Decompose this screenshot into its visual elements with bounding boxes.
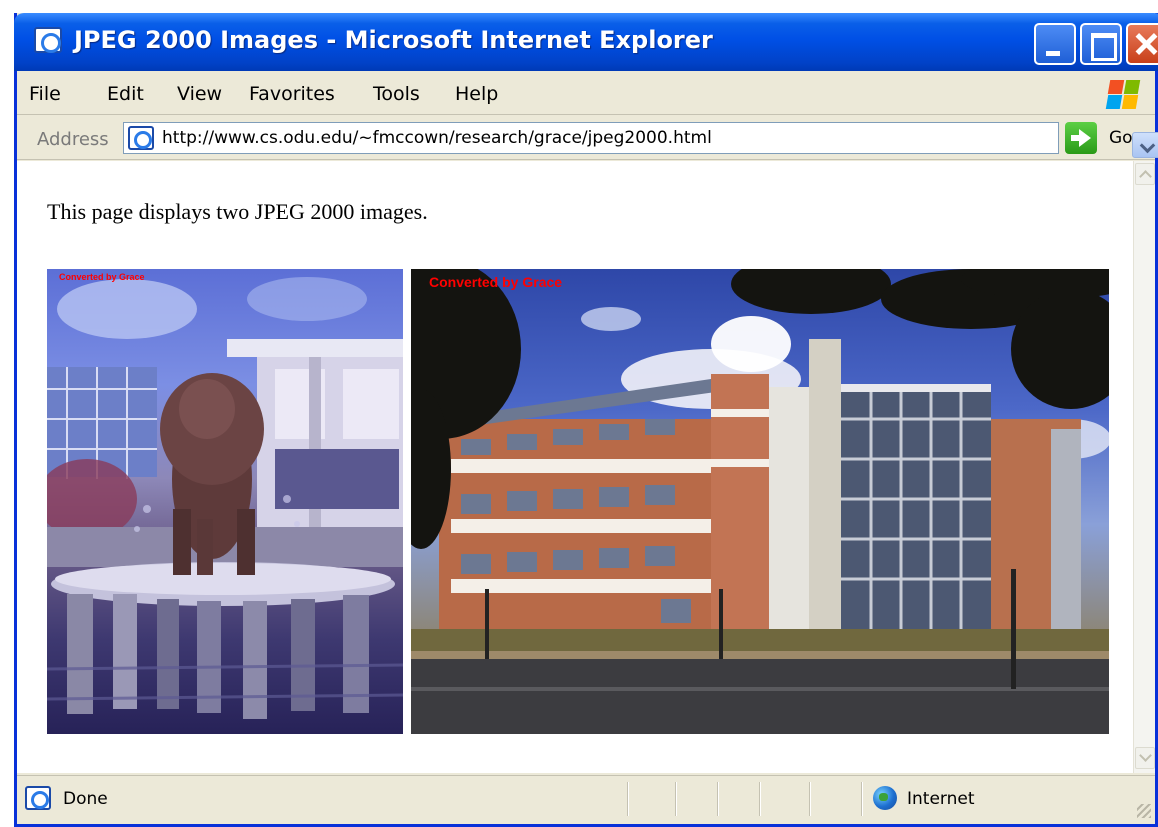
intro-text: This page displays two JPEG 2000 images. <box>47 199 428 224</box>
title-bar[interactable]: JPEG 2000 Images - Microsoft Internet Ex… <box>14 13 1158 71</box>
status-divider <box>809 782 811 816</box>
minimize-button[interactable] <box>1034 23 1076 65</box>
address-field[interactable]: http://www.cs.odu.edu/~fmccown/research/… <box>123 122 1158 158</box>
close-button[interactable] <box>1126 23 1158 65</box>
menu-edit[interactable]: Edit <box>107 83 144 105</box>
go-arrow-icon[interactable] <box>1065 122 1097 154</box>
maximize-button[interactable] <box>1080 23 1122 65</box>
menu-help[interactable]: Help <box>455 83 498 105</box>
menu-bar: File Edit View Favorites Tools Help <box>17 71 1155 115</box>
campus-building-image: Converted by Grace <box>411 269 1109 734</box>
menu-favorites[interactable]: Favorites <box>249 83 335 105</box>
ie-page-icon <box>128 126 154 150</box>
scroll-down-button[interactable] <box>1135 747 1155 769</box>
security-zone-text: Internet <box>907 789 975 809</box>
windows-logo-icon <box>1095 77 1145 111</box>
page-content: This page displays two JPEG 2000 images. <box>17 161 1133 773</box>
menu-tools[interactable]: Tools <box>373 83 420 105</box>
ie-icon <box>34 27 62 53</box>
browser-window: JPEG 2000 Images - Microsoft Internet Ex… <box>14 13 1158 827</box>
menu-file[interactable]: File <box>29 83 61 105</box>
ie-page-icon <box>25 786 51 810</box>
status-divider <box>627 782 629 816</box>
address-url[interactable]: http://www.cs.odu.edu/~fmccown/research/… <box>162 128 712 148</box>
status-text: Done <box>63 789 108 809</box>
status-divider <box>861 782 863 816</box>
vertical-scrollbar[interactable] <box>1133 161 1155 773</box>
scroll-up-button[interactable] <box>1135 163 1155 185</box>
building-image-watermark: Converted by Grace <box>429 274 563 290</box>
lion-statue-image: Converted by Grace <box>47 269 403 734</box>
resize-grip[interactable] <box>1137 804 1151 818</box>
building-scene <box>411 269 1109 734</box>
lion-scene <box>47 277 403 719</box>
lion-image-watermark: Converted by Grace <box>59 272 145 282</box>
globe-icon <box>873 786 897 810</box>
address-bar: Address http://www.cs.odu.edu/~fmccown/r… <box>17 116 1158 160</box>
address-label: Address <box>37 129 109 150</box>
window-title: JPEG 2000 Images - Microsoft Internet Ex… <box>74 26 713 54</box>
menu-view[interactable]: View <box>177 83 222 105</box>
go-button[interactable]: Go <box>1065 122 1151 154</box>
go-label[interactable]: Go <box>1109 128 1133 148</box>
status-divider <box>717 782 719 816</box>
status-bar: Done Internet <box>17 775 1155 821</box>
status-divider <box>759 782 761 816</box>
status-divider <box>675 782 677 816</box>
